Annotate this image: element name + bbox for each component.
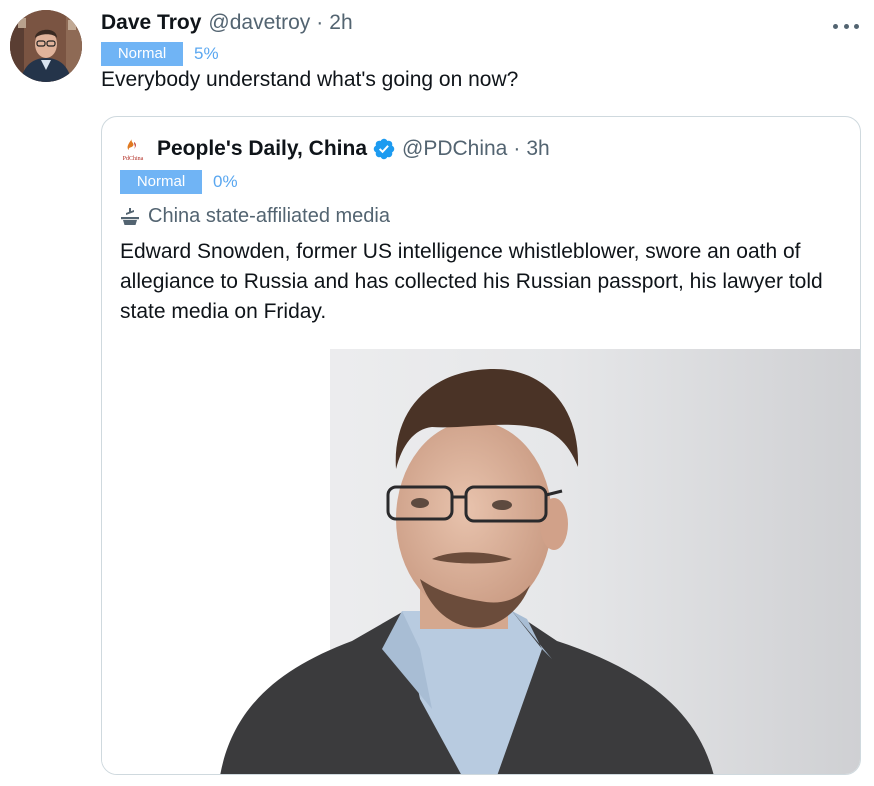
quoted-author-name[interactable]: People's Daily, China (157, 137, 367, 161)
author-avatar[interactable] (10, 10, 82, 82)
separator: · (513, 137, 521, 160)
quoted-header: People's Daily, China @PDChina · 3h (157, 135, 550, 163)
quoted-photo[interactable] (102, 349, 860, 774)
quoted-score-percent: 0% (213, 172, 238, 191)
score-row: Normal 5% (101, 42, 219, 66)
quoted-score-row: Normal 0% (120, 170, 238, 194)
more-icon[interactable] (833, 16, 859, 36)
svg-text:PdChina: PdChina (123, 156, 144, 162)
timestamp[interactable]: 2h (329, 11, 352, 35)
status-badge: Normal (101, 42, 183, 66)
tweet-text: Everybody understand what's going on now… (101, 68, 519, 91)
tweet-header: Dave Troy @davetroy · 2h (101, 11, 353, 39)
more-dot (843, 23, 849, 29)
author-name[interactable]: Dave Troy (101, 11, 201, 35)
separator: · (316, 11, 324, 34)
quoted-status-badge: Normal (120, 170, 202, 194)
quoted-avatar[interactable]: PdChina (119, 138, 147, 164)
quoted-author-handle[interactable]: @PDChina (402, 137, 507, 161)
author-handle[interactable]: @davetroy (208, 11, 310, 35)
podium-icon (121, 208, 139, 225)
quoted-tweet[interactable]: PdChina People's Daily, China @PDChina ·… (101, 116, 861, 775)
quoted-timestamp[interactable]: 3h (526, 137, 549, 161)
score-percent: 5% (194, 44, 219, 63)
more-dot (833, 23, 838, 29)
affiliation-text: China state-affiliated media (148, 204, 390, 227)
state-affiliated-label[interactable]: China state-affiliated media (120, 203, 390, 229)
tweet[interactable]: Dave Troy @davetroy · 2h Normal 5% Every… (0, 0, 874, 786)
quoted-text: Edward Snowden, former US intelligence w… (120, 240, 823, 323)
verified-badge-icon (373, 138, 395, 160)
more-dot (854, 23, 859, 29)
